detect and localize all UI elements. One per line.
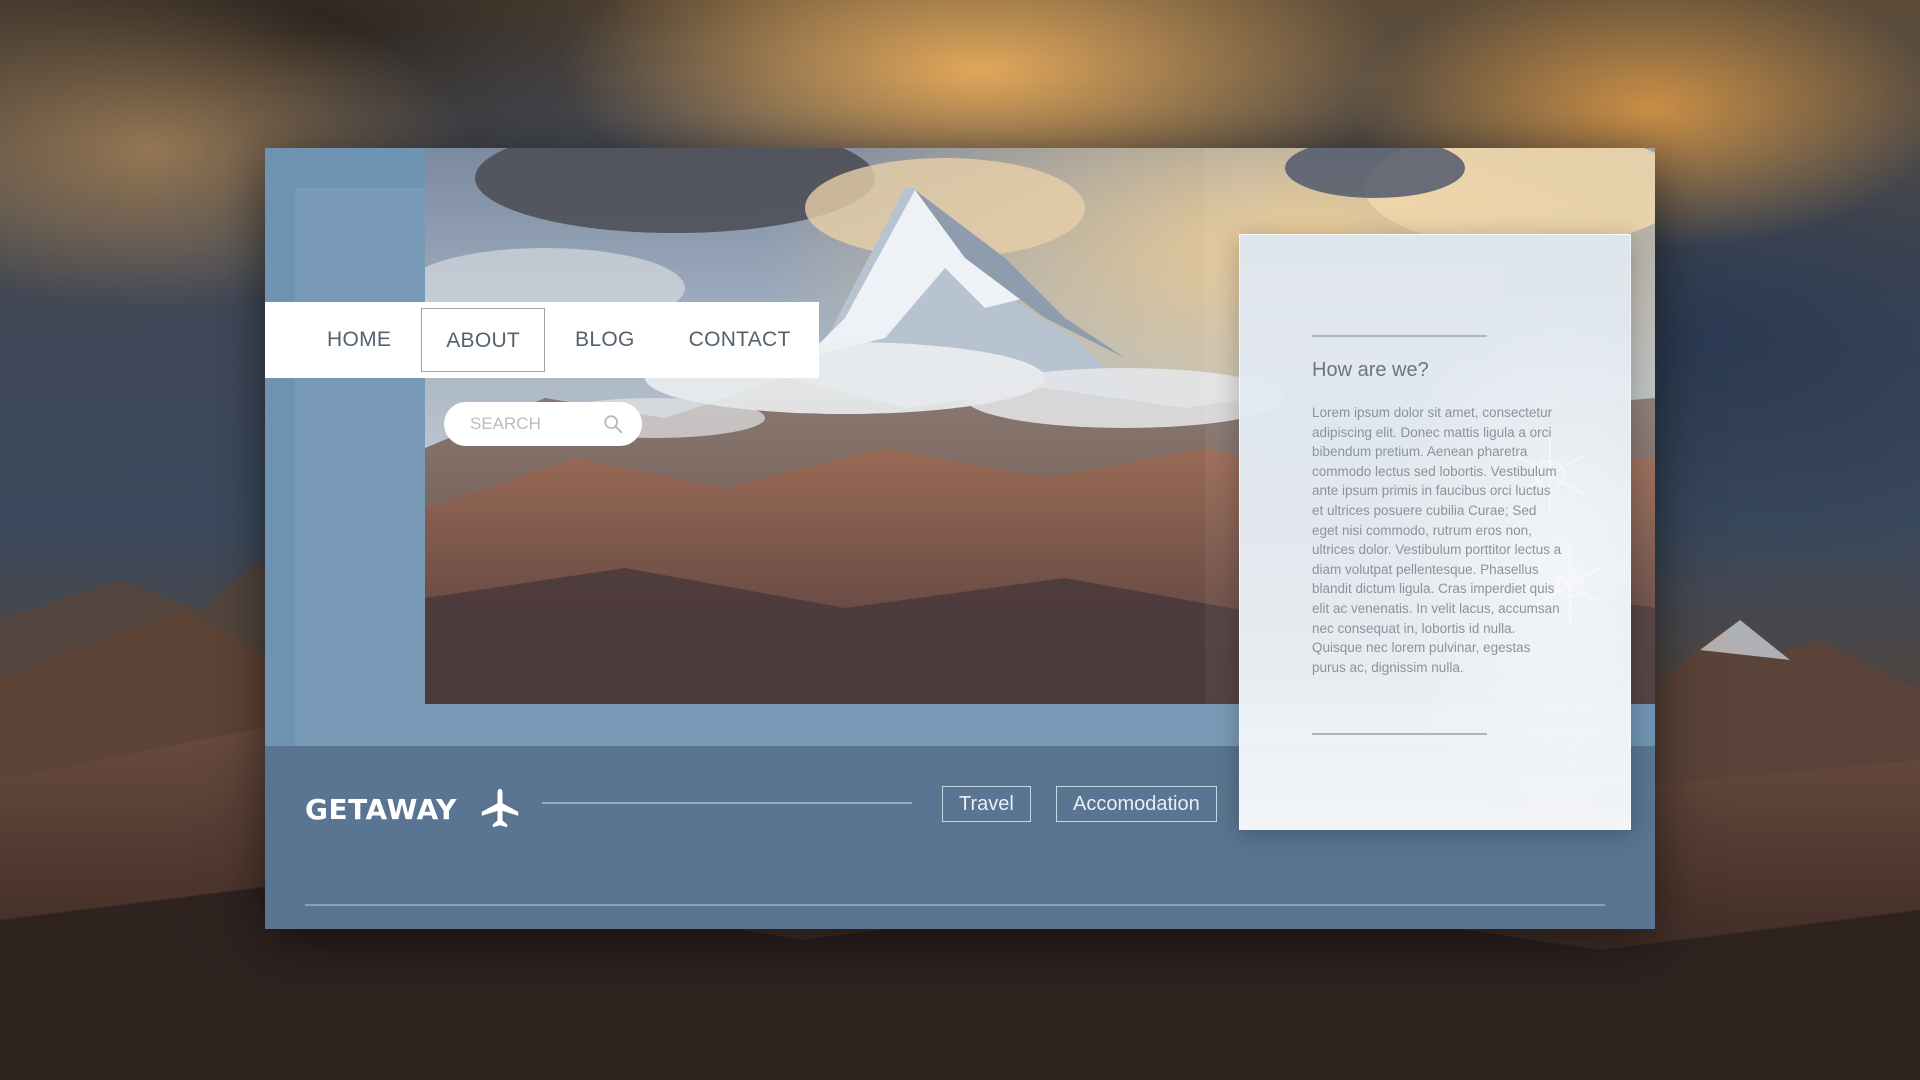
- top-navigation: HOME ABOUT BLOG CONTACT: [265, 302, 819, 378]
- search-input[interactable]: [468, 413, 602, 435]
- footer-divider: [542, 802, 912, 804]
- info-title: How are we?: [1312, 359, 1429, 381]
- airplane-icon: [481, 788, 519, 828]
- info-card: How are we? Lorem ipsum dolor sit amet, …: [1239, 234, 1631, 830]
- nav-item-home[interactable]: HOME: [303, 308, 415, 372]
- nav-item-contact[interactable]: CONTACT: [665, 308, 815, 372]
- footer-bottom-divider: [305, 904, 1605, 906]
- nav-item-blog[interactable]: BLOG: [551, 308, 659, 372]
- info-bottom-rule: [1312, 733, 1487, 735]
- search-box: [444, 402, 642, 446]
- nav-item-about[interactable]: ABOUT: [421, 308, 546, 372]
- info-body: Lorem ipsum dolor sit amet, consectetur …: [1312, 405, 1562, 675]
- info-top-rule: [1312, 335, 1487, 337]
- brand: GETAWAY: [305, 786, 523, 832]
- travel-button[interactable]: Travel: [942, 786, 1031, 822]
- website-mockup-card: HOME ABOUT BLOG CONTACT GETAWAY Travel A…: [265, 148, 1655, 929]
- brand-name: GETAWAY: [305, 792, 457, 826]
- search-icon[interactable]: [602, 413, 624, 435]
- accomodation-button[interactable]: Accomodation: [1056, 786, 1217, 822]
